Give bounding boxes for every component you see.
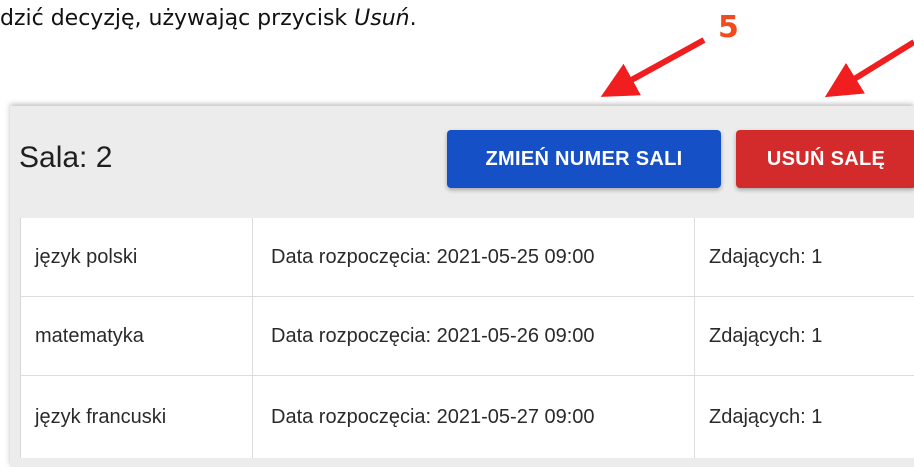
exam-row: język francuski Data rozpoczęcia: 2021-0… (20, 376, 914, 458)
arrow-to-change-number-button (600, 37, 706, 97)
change-room-number-button[interactable]: ZMIEŃ NUMER SALI (447, 130, 721, 188)
exam-subject: język polski (21, 218, 253, 296)
exam-list: język polski Data rozpoczęcia: 2021-05-2… (20, 218, 914, 458)
exam-subject: matematyka (21, 297, 253, 375)
room-title: Sala: 2 (19, 141, 113, 174)
arrow-to-delete-button (824, 39, 914, 98)
exam-start-date: Data rozpoczęcia: 2021-05-26 09:00 (253, 297, 695, 375)
exam-subject: język francuski (21, 376, 253, 458)
exam-start-date: Data rozpoczęcia: 2021-05-27 09:00 (253, 376, 695, 458)
delete-room-button[interactable]: USUŃ SALĘ (736, 130, 914, 188)
exam-participant-count: Zdających: 1 (709, 405, 823, 428)
exam-row: język polski Data rozpoczęcia: 2021-05-2… (20, 218, 914, 297)
room-panel: Sala: 2 ZMIEŃ NUMER SALI USUŃ SALĘ język… (10, 106, 914, 467)
annotation-arrows (600, 37, 914, 98)
exam-participant-count: Zdających: 1 (709, 324, 823, 347)
exam-start-date: Data rozpoczęcia: 2021-05-25 09:00 (253, 218, 695, 296)
exam-row: matematyka Data rozpoczęcia: 2021-05-26 … (20, 297, 914, 376)
exam-participant-count: Zdających: 1 (709, 245, 823, 268)
